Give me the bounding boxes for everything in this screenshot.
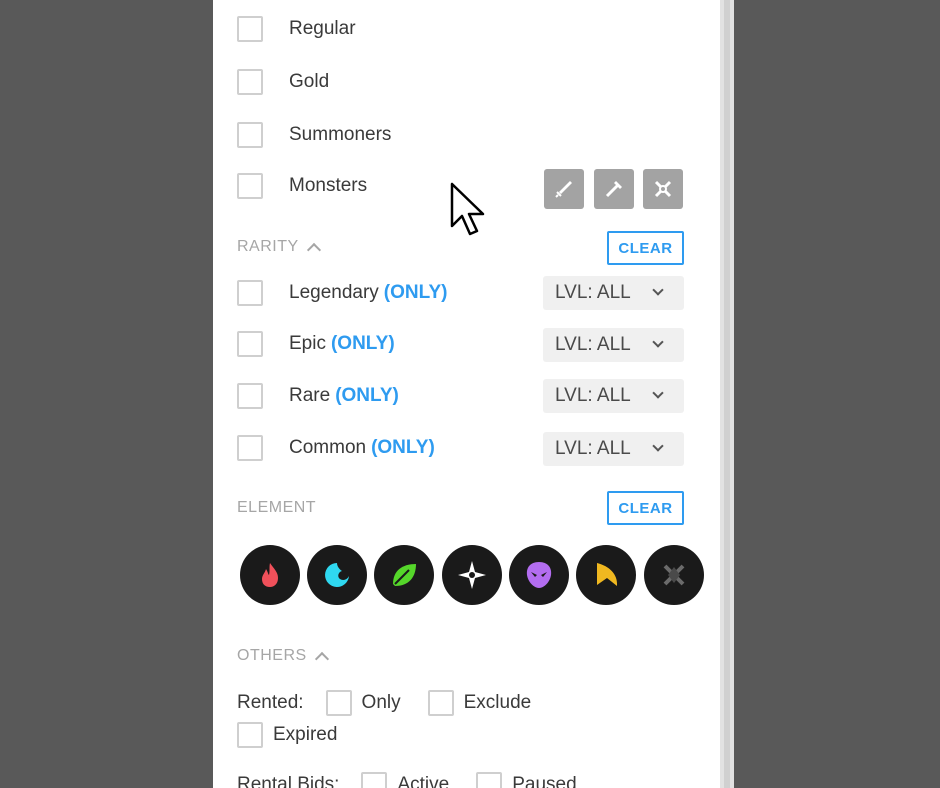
filter-regular[interactable]: Regular	[237, 16, 356, 42]
common-checkbox[interactable]	[237, 435, 263, 461]
element-death-button[interactable]	[509, 545, 569, 605]
chevron-down-icon	[652, 284, 664, 296]
melee-filter-button[interactable]	[544, 169, 584, 209]
death-skull-icon	[526, 562, 552, 588]
gold-checkbox[interactable]	[237, 69, 263, 95]
rarity-heading-text: RARITY	[237, 238, 299, 255]
legendary-checkbox[interactable]	[237, 280, 263, 306]
monsters-checkbox[interactable]	[237, 173, 263, 199]
epic-only-link[interactable]: (ONLY)	[331, 333, 395, 354]
scrollbar-thumb[interactable]	[724, 0, 730, 788]
life-star-icon	[458, 561, 486, 589]
ranged-filter-button[interactable]	[643, 169, 683, 209]
rarity-epic[interactable]: Epic (ONLY)	[237, 331, 395, 357]
rental-bids-row: Rental Bids: Active Paused	[237, 772, 577, 788]
others-heading[interactable]: OTHERS	[237, 647, 329, 667]
element-neutral-button[interactable]	[644, 545, 704, 605]
gold-label: Gold	[289, 71, 330, 92]
magic-filter-button[interactable]	[594, 169, 634, 209]
filter-gold[interactable]: Gold	[237, 69, 329, 95]
common-level-select[interactable]: LVL: ALL	[543, 432, 684, 466]
earth-leaf-icon	[393, 564, 416, 586]
rare-level-select[interactable]: LVL: ALL	[543, 379, 684, 413]
chevron-down-icon	[652, 387, 664, 399]
epic-checkbox[interactable]	[237, 331, 263, 357]
element-dragon-button[interactable]	[576, 545, 636, 605]
legendary-label: Legendary (ONLY)	[289, 282, 448, 303]
common-level-value: LVL: ALL	[555, 438, 631, 459]
rental-bids-active-label: Active	[397, 774, 450, 788]
common-label: Common (ONLY)	[289, 437, 435, 458]
legendary-level-value: LVL: ALL	[555, 282, 631, 303]
summoners-label: Summoners	[289, 124, 392, 145]
element-life-button[interactable]	[442, 545, 502, 605]
filter-panel: Regular Gold Summoners Monsters RARITY C…	[213, 0, 720, 788]
element-water-button[interactable]	[307, 545, 367, 605]
rented-only-label: Only	[361, 692, 401, 713]
rented-label: Rented:	[237, 692, 304, 713]
chevron-down-icon	[652, 336, 664, 348]
crossed-swords-icon	[654, 180, 672, 198]
chevron-down-icon	[652, 440, 664, 452]
chevron-up-icon	[306, 242, 321, 258]
rented-exclude-label: Exclude	[463, 692, 532, 713]
expired-label: Expired	[273, 724, 338, 745]
rented-exclude-checkbox[interactable]	[427, 690, 454, 716]
rental-bids-paused-label: Paused	[512, 774, 577, 788]
rare-checkbox[interactable]	[237, 383, 263, 409]
summoners-checkbox[interactable]	[237, 122, 263, 148]
rarity-common[interactable]: Common (ONLY)	[237, 435, 435, 461]
scrollbar[interactable]	[720, 0, 734, 788]
monsters-label: Monsters	[289, 175, 368, 196]
rare-level-value: LVL: ALL	[555, 385, 631, 406]
others-heading-text: OTHERS	[237, 647, 307, 664]
rented-only-checkbox[interactable]	[325, 690, 352, 716]
common-only-link[interactable]: (ONLY)	[371, 437, 435, 458]
expired-row[interactable]: Expired	[237, 722, 337, 748]
regular-checkbox[interactable]	[237, 16, 263, 42]
legendary-level-select[interactable]: LVL: ALL	[543, 276, 684, 310]
epic-level-value: LVL: ALL	[555, 334, 631, 355]
dragon-icon	[597, 563, 618, 586]
element-earth-button[interactable]	[374, 545, 434, 605]
rarity-legendary[interactable]: Legendary (ONLY)	[237, 280, 448, 306]
epic-label: Epic (ONLY)	[289, 333, 395, 354]
sword-icon	[555, 181, 572, 198]
rare-label: Rare (ONLY)	[289, 385, 399, 406]
expired-checkbox[interactable]	[237, 722, 263, 748]
wand-icon	[605, 181, 622, 198]
rented-row: Rented: Only Exclude	[237, 690, 531, 716]
rental-bids-label: Rental Bids:	[237, 774, 340, 788]
element-fire-button[interactable]	[240, 545, 300, 605]
rarity-heading[interactable]: RARITY	[237, 238, 321, 258]
rental-bids-paused-checkbox[interactable]	[476, 772, 503, 788]
chevron-up-icon	[314, 651, 329, 667]
epic-level-select[interactable]: LVL: ALL	[543, 328, 684, 362]
filter-monsters[interactable]: Monsters	[237, 173, 367, 199]
rental-bids-active-checkbox[interactable]	[361, 772, 388, 788]
rare-only-link[interactable]: (ONLY)	[335, 385, 399, 406]
element-clear-button[interactable]: CLEAR	[607, 491, 684, 525]
element-heading: ELEMENT	[237, 499, 316, 517]
rarity-rare[interactable]: Rare (ONLY)	[237, 383, 399, 409]
fire-icon	[262, 563, 278, 587]
regular-label: Regular	[289, 18, 356, 39]
neutral-icon	[663, 564, 685, 586]
rarity-clear-button[interactable]: CLEAR	[607, 231, 684, 265]
mouse-cursor-icon	[450, 182, 485, 236]
legendary-only-link[interactable]: (ONLY)	[384, 282, 448, 303]
element-heading-text: ELEMENT	[237, 499, 317, 516]
water-icon	[325, 563, 349, 587]
filter-summoners[interactable]: Summoners	[237, 122, 391, 148]
